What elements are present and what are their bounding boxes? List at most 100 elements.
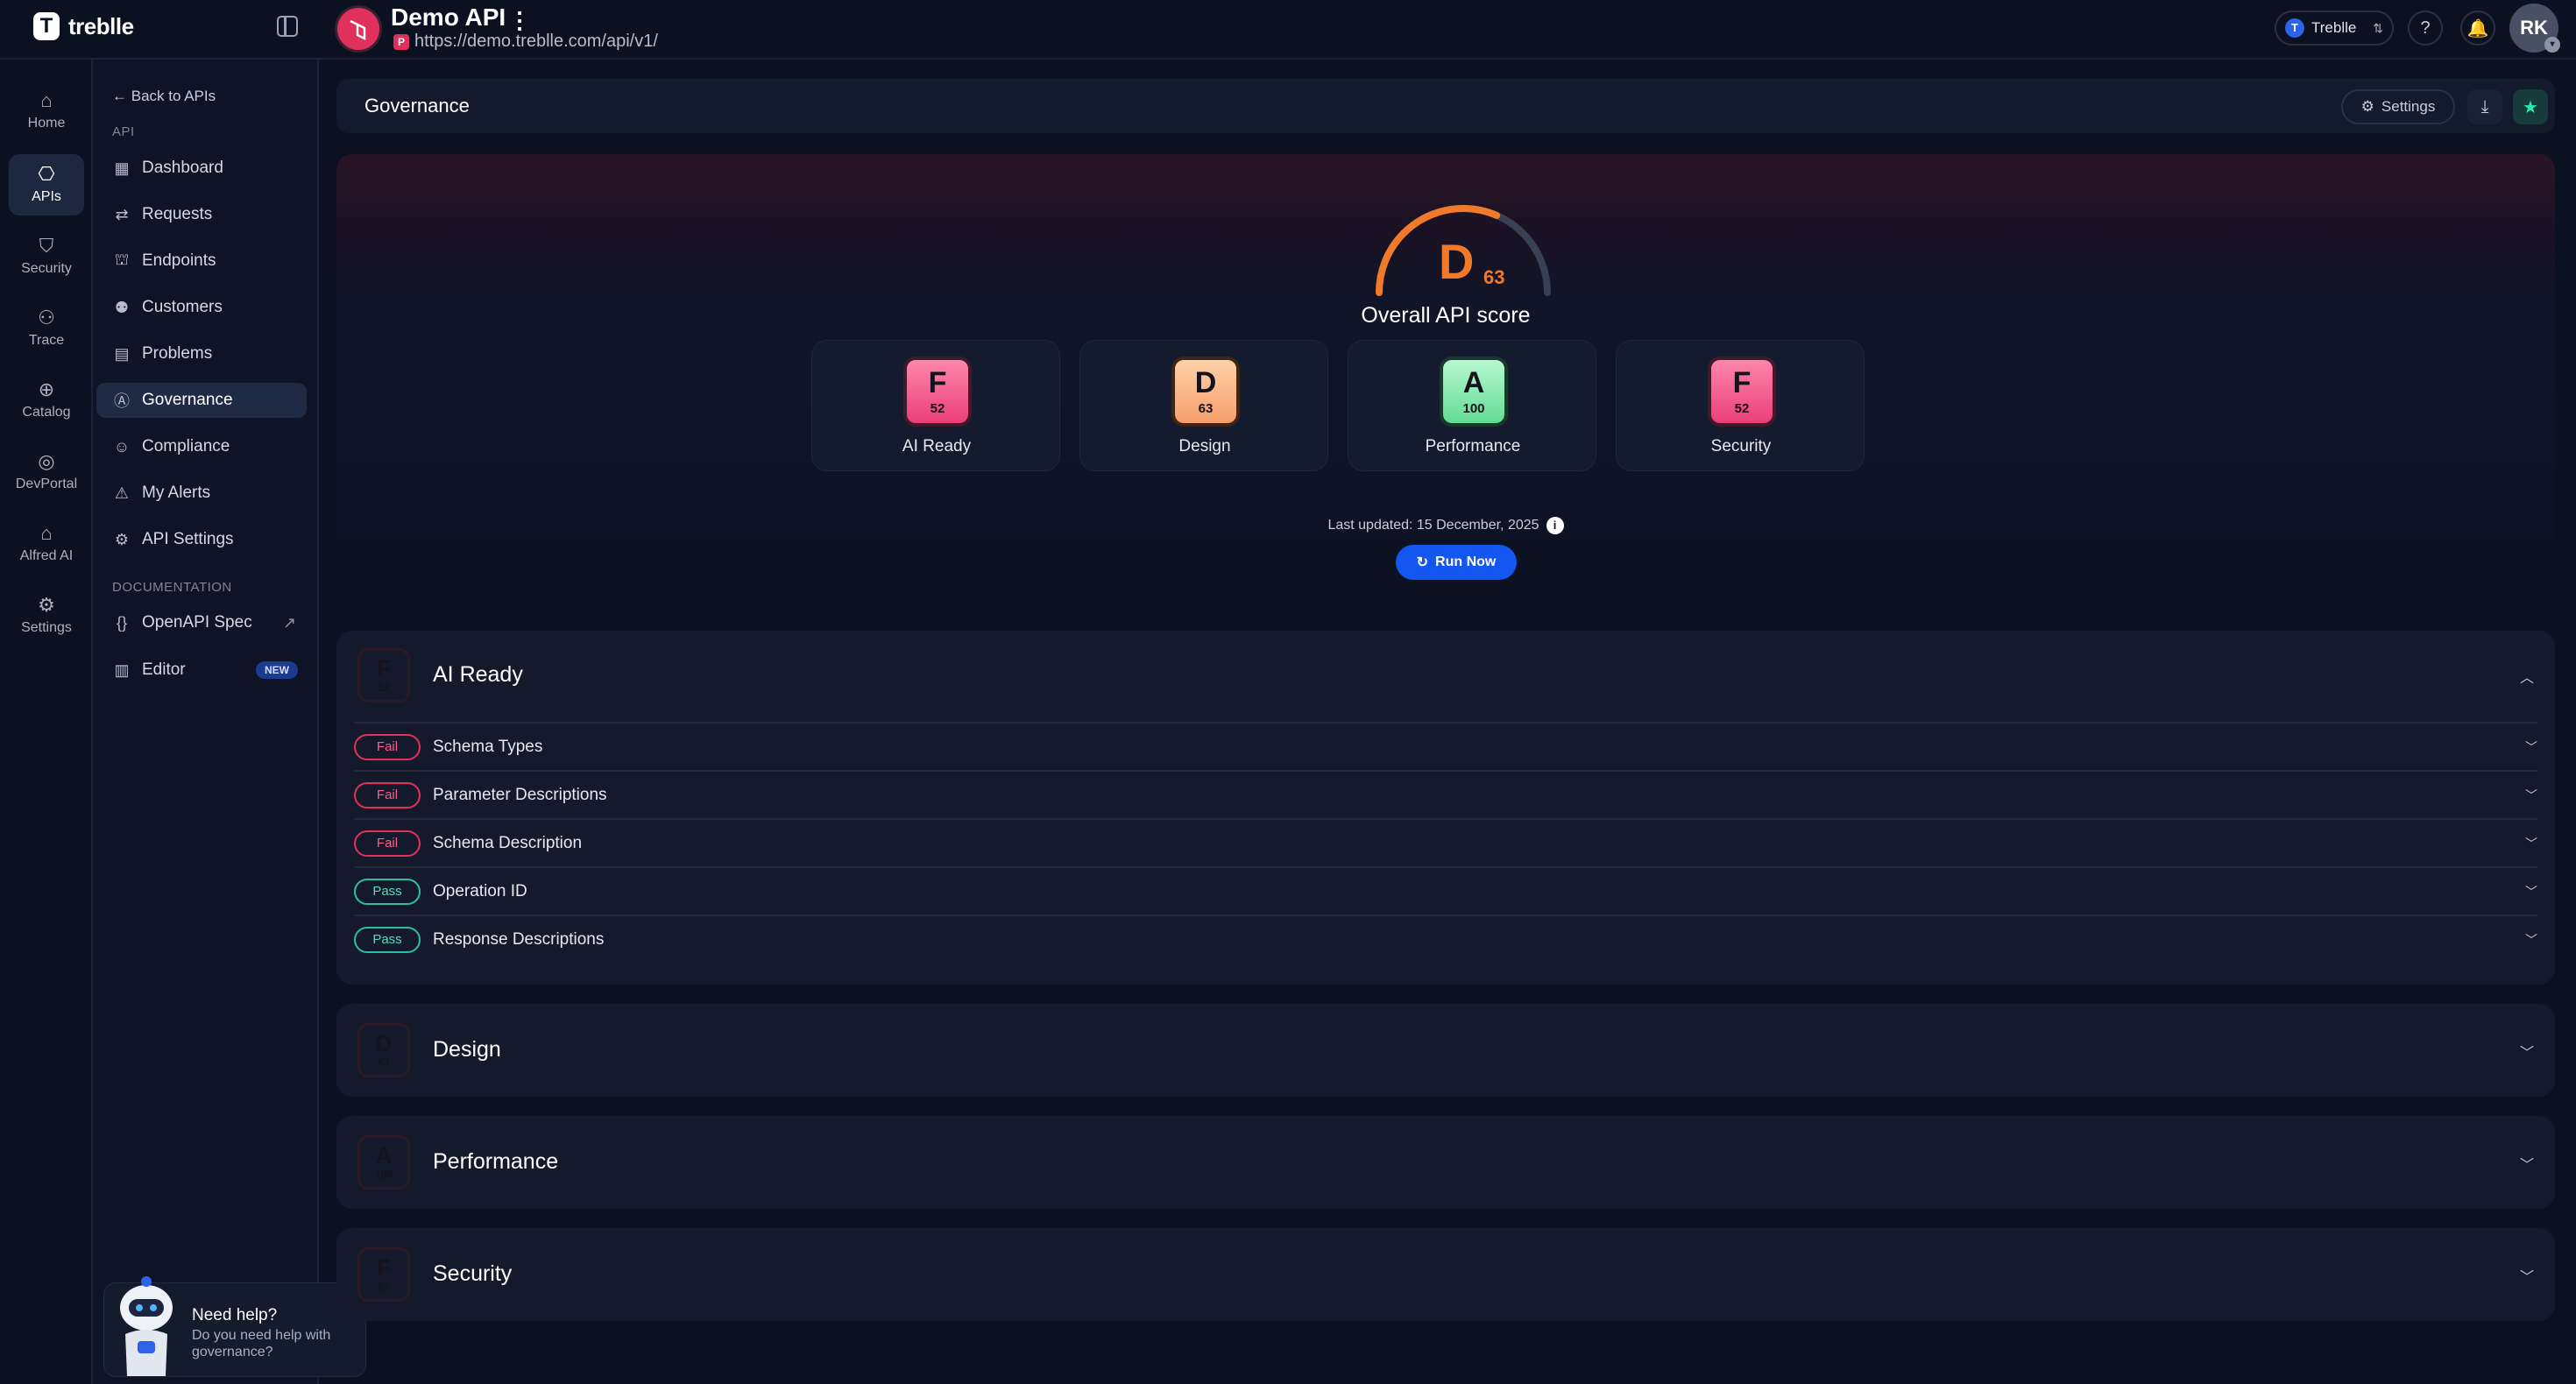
- sidebar-item-label: Problems: [142, 344, 213, 363]
- run-now-button[interactable]: ↻ Run Now: [1396, 545, 1517, 580]
- chevron-down-icon[interactable]: ﹀: [2525, 931, 2537, 949]
- rule-name: Response Descriptions: [433, 929, 605, 949]
- gear-icon: ⚙: [114, 530, 130, 548]
- compliance-icon: ☺: [113, 437, 131, 455]
- rail-item-apis[interactable]: ⎔ APIs: [9, 154, 84, 215]
- back-label: Back to APIs: [131, 88, 216, 104]
- sidebar-item-label: API Settings: [142, 530, 234, 548]
- overall-score-caption: Overall API score: [1361, 303, 1531, 328]
- rule-row-parameter-descriptions[interactable]: Fail Parameter Descriptions ﹀: [354, 770, 2537, 818]
- chevron-down-icon[interactable]: ﹀: [2525, 883, 2537, 900]
- rule-row-response-descriptions[interactable]: Pass Response Descriptions ﹀: [354, 914, 2537, 963]
- new-badge: NEW: [256, 661, 298, 679]
- sidebar-item-label: My Alerts: [142, 484, 211, 502]
- sidebar-item-governance[interactable]: Ⓐ Governance: [96, 383, 307, 418]
- api-url-row: P https://demo.treblle.com/api/v1/: [393, 32, 658, 52]
- section-performance[interactable]: A 100 Performance ﹀: [336, 1116, 2555, 1209]
- grade-tile: A 100: [357, 1135, 410, 1190]
- category-card-performance[interactable]: A 100 Performance: [1348, 340, 1596, 471]
- grade-letter: F: [928, 365, 947, 399]
- chevron-down-icon[interactable]: ﹀: [2525, 835, 2537, 852]
- api-avatar[interactable]: [335, 5, 382, 53]
- api-url[interactable]: https://demo.treblle.com/api/v1/: [414, 32, 658, 52]
- grade-letter: F: [377, 655, 391, 681]
- info-icon[interactable]: i: [1546, 517, 1564, 534]
- section-design[interactable]: D 63 Design ﹀: [336, 1004, 2555, 1097]
- chevron-down-icon[interactable]: ﹀: [2520, 1265, 2534, 1286]
- problems-icon: ▤: [114, 344, 130, 363]
- sidebar-item-label: Compliance: [142, 437, 230, 455]
- category-card-ai-ready[interactable]: F 52 AI Ready: [811, 340, 1060, 471]
- chevron-down-icon: ▾: [2544, 37, 2560, 53]
- rail-item-trace[interactable]: ⚇ Trace: [9, 298, 84, 359]
- workspace-select[interactable]: T Treblle ⇅: [2275, 11, 2394, 46]
- sidebar-item-openapi-spec[interactable]: {} OpenAPI Spec ↗: [96, 605, 307, 640]
- rail-item-label: Security: [21, 261, 72, 276]
- sidebar-item-my-alerts[interactable]: ⚠ My Alerts: [96, 476, 307, 511]
- api-environment-badge: P: [393, 33, 409, 50]
- help-icon[interactable]: ?: [2408, 11, 2443, 46]
- settings-button[interactable]: ⚙ Settings: [2341, 89, 2455, 124]
- section-security[interactable]: F 52 Security ﹀: [336, 1228, 2555, 1321]
- category-label: Security: [1710, 437, 1772, 455]
- rail-item-home[interactable]: ⌂ Home: [9, 81, 84, 142]
- sidebar-item-label: Endpoints: [142, 251, 216, 270]
- sidebar-item-api-settings[interactable]: ⚙ API Settings: [96, 522, 307, 557]
- star-icon[interactable]: ★: [2513, 89, 2548, 124]
- rule-row-operation-id[interactable]: Pass Operation ID ﹀: [354, 866, 2537, 914]
- back-to-apis-link[interactable]: ← Back to APIs: [112, 88, 216, 105]
- rail-item-devportal[interactable]: ◎ DevPortal: [9, 441, 84, 503]
- sidebar-item-compliance[interactable]: ☺ Compliance: [96, 429, 307, 464]
- api-menu-icon[interactable]: ⋮: [508, 7, 531, 34]
- sidebar-item-dashboard[interactable]: ▦ Dashboard: [96, 151, 307, 186]
- section-title[interactable]: AI Ready: [433, 662, 523, 688]
- treblle-logo[interactable]: T treblle: [33, 12, 134, 40]
- sidebar-collapse-icon[interactable]: [277, 16, 298, 37]
- chevron-down-icon[interactable]: ﹀: [2525, 787, 2537, 804]
- chevron-down-icon[interactable]: ﹀: [2525, 738, 2537, 756]
- robot-mascot-icon: [120, 1276, 173, 1376]
- sidebar-item-label: Editor: [142, 660, 186, 679]
- devportal-icon: ◎: [38, 450, 55, 472]
- sidebar-item-label: Dashboard: [142, 159, 223, 177]
- rail-item-security[interactable]: ⛉ Security: [9, 226, 84, 287]
- category-label: AI Ready: [902, 437, 972, 455]
- external-link-icon[interactable]: ↗: [283, 614, 296, 632]
- category-card-security[interactable]: F 52 Security: [1616, 340, 1865, 471]
- rule-row-schema-description[interactable]: Fail Schema Description ﹀: [354, 818, 2537, 866]
- sidebar-item-endpoints[interactable]: ⛫ Endpoints: [96, 244, 307, 279]
- editor-icon: ▥: [114, 660, 130, 679]
- grade-tile: F 52: [903, 357, 972, 427]
- rule-row-schema-types[interactable]: Fail Schema Types ﹀: [354, 722, 2537, 770]
- sidebar-item-label: OpenAPI Spec: [142, 613, 252, 632]
- download-icon[interactable]: ⤓: [2467, 89, 2502, 124]
- rail-item-alfred-ai[interactable]: ⌂ Alfred AI: [9, 513, 84, 575]
- user-avatar[interactable]: RK ▾: [2509, 4, 2560, 53]
- rail-item-settings[interactable]: ⚙ Settings: [9, 585, 84, 646]
- category-card-design[interactable]: D 63 Design: [1079, 340, 1328, 471]
- sidebar-item-requests[interactable]: ⇄ Requests: [96, 197, 307, 232]
- grade-letter: A: [1462, 365, 1485, 399]
- sidebar-item-editor[interactable]: ▥ Editor NEW: [96, 653, 307, 688]
- status-badge: Pass: [354, 926, 421, 953]
- rail-item-label: Trace: [28, 333, 65, 348]
- chevron-up-icon[interactable]: ︿: [2520, 666, 2534, 687]
- catalog-icon: ⊕: [38, 378, 55, 400]
- run-now-label: Run Now: [1435, 554, 1497, 569]
- chevron-down-icon[interactable]: ﹀: [2520, 1153, 2534, 1174]
- sidebar-item-label: Requests: [142, 205, 213, 223]
- rail-item-label: Home: [27, 116, 66, 131]
- grade-tile: F 52: [357, 648, 410, 703]
- chevron-down-icon[interactable]: ﹀: [2520, 1041, 2534, 1062]
- dashboard-icon: ▦: [114, 159, 130, 177]
- workspace-logo-icon: T: [2285, 18, 2304, 38]
- gear-icon: ⚙: [38, 594, 55, 616]
- grade-tile: A 100: [1440, 357, 1508, 427]
- notifications-icon[interactable]: 🔔: [2460, 11, 2495, 46]
- page-title: Governance: [364, 95, 470, 117]
- sidebar-item-problems[interactable]: ▤ Problems: [96, 336, 307, 371]
- rule-name: Schema Types: [433, 737, 543, 756]
- rail-item-catalog[interactable]: ⊕ Catalog: [9, 370, 84, 431]
- sidebar-item-customers[interactable]: ⚉ Customers: [96, 290, 307, 325]
- api-name[interactable]: Demo API: [391, 4, 506, 32]
